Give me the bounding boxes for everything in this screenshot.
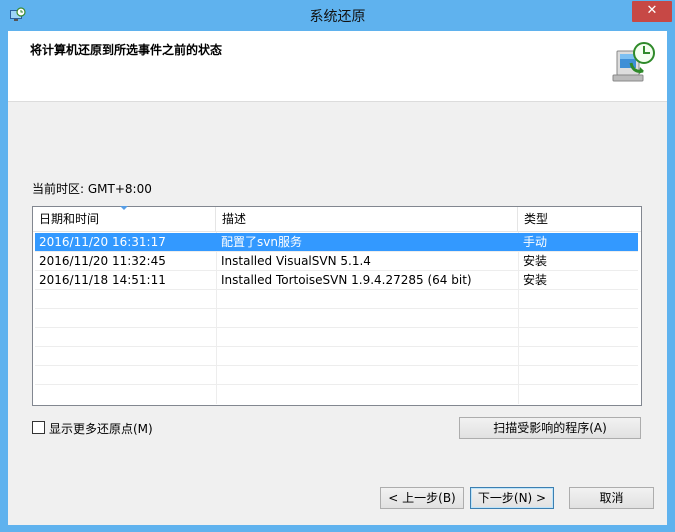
row-divider: [35, 308, 638, 309]
restore-points-list[interactable]: 日期和时间 描述 类型 2016/11/20 16:31:17 配置了svn服务…: [32, 206, 642, 406]
row-description: Installed TortoiseSVN 1.9.4.27285 (64 bi…: [221, 273, 472, 287]
timezone-label: 当前时区: GMT+8:00: [32, 182, 152, 196]
title-bar[interactable]: 系统还原 ✕: [0, 0, 675, 31]
row-divider: [35, 289, 638, 290]
dialog-body: 将计算机还原到所选事件之前的状态 当前时区: GMT+8:00 日期和时间 描述…: [8, 31, 667, 525]
row-divider: [35, 251, 638, 252]
header-panel: 将计算机还原到所选事件之前的状态: [8, 31, 667, 102]
column-header-type[interactable]: 类型: [518, 207, 639, 231]
row-date: 2016/11/20 16:31:17: [39, 235, 166, 249]
row-divider: [35, 327, 638, 328]
table-row[interactable]: 2016/11/20 11:32:45 Installed VisualSVN …: [35, 252, 638, 271]
row-description: Installed VisualSVN 5.1.4: [221, 254, 371, 268]
page-title: 将计算机还原到所选事件之前的状态: [30, 43, 223, 57]
column-header-description[interactable]: 描述: [216, 207, 518, 231]
system-restore-icon: [612, 42, 655, 82]
row-type: 手动: [523, 235, 548, 249]
row-date: 2016/11/20 11:32:45: [39, 254, 166, 268]
sort-arrow-icon: [120, 206, 128, 210]
row-type: 安装: [523, 254, 548, 268]
row-divider: [35, 384, 638, 385]
cancel-button[interactable]: 取消: [569, 487, 654, 509]
row-type: 安装: [523, 273, 548, 287]
table-row[interactable]: 2016/11/18 14:51:11 Installed TortoiseSV…: [35, 271, 638, 290]
show-more-label[interactable]: 显示更多还原点(M): [49, 420, 153, 437]
column-header-date[interactable]: 日期和时间: [33, 207, 216, 231]
row-date: 2016/11/18 14:51:11: [39, 273, 166, 287]
next-button[interactable]: 下一步(N) >: [470, 487, 554, 509]
row-divider: [35, 270, 638, 271]
system-restore-window: 系统还原 ✕ 将计算机还原到所选事件之前的状态 当前时区: GMT+8:00 日…: [0, 0, 675, 532]
window-title: 系统还原: [309, 9, 366, 25]
table-row[interactable]: 2016/11/20 16:31:17 配置了svn服务 手动: [35, 233, 638, 252]
show-more-checkbox[interactable]: [32, 421, 45, 434]
list-header: 日期和时间 描述 类型: [33, 206, 641, 232]
close-button[interactable]: ✕: [632, 1, 672, 22]
back-button[interactable]: < 上一步(B): [380, 487, 464, 509]
row-divider: [35, 346, 638, 347]
scan-affected-programs-button[interactable]: 扫描受影响的程序(A): [459, 417, 641, 439]
row-divider: [35, 365, 638, 366]
row-description: 配置了svn服务: [221, 235, 302, 249]
